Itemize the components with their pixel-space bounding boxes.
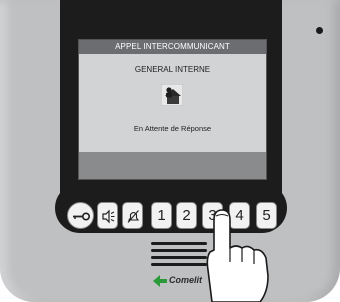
screen-title: APPEL INTERCOMMUNICANT [79, 40, 266, 54]
volume-button[interactable] [97, 202, 118, 229]
door-release-button[interactable] [67, 202, 94, 229]
key-icon [73, 212, 91, 221]
key-1-button[interactable]: 1 [151, 202, 172, 229]
screen-footer-bar [79, 152, 266, 179]
status-led [316, 27, 323, 34]
speaker-volume-icon [102, 209, 115, 224]
key-2-button[interactable]: 2 [176, 202, 197, 229]
comelit-logo-icon [153, 275, 167, 287]
display-screen: APPEL INTERCOMMUNICANT GENERAL INTERNE E… [78, 39, 267, 180]
pointing-hand-illustration [206, 209, 269, 302]
call-status: En Attente de Réponse [133, 124, 212, 133]
screen-subtitle: GENERAL INTERNE [134, 65, 211, 74]
user-house-icon [160, 83, 184, 107]
mute-bell-button[interactable] [122, 202, 143, 229]
bell-mute-icon [127, 210, 140, 223]
